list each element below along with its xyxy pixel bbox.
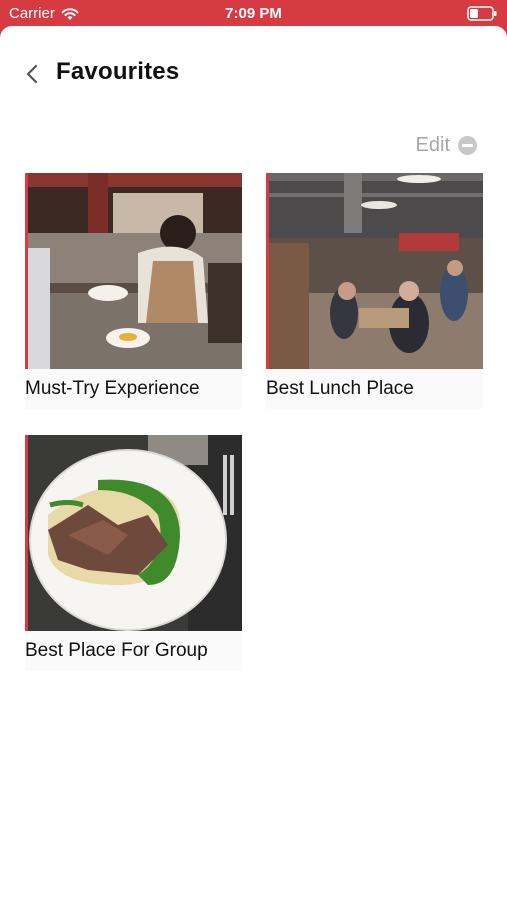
favourites-screen: Favourites Edit Must-Try Experience Best… xyxy=(0,26,507,900)
status-time: 7:09 PM xyxy=(225,5,282,22)
minus-circle-icon xyxy=(458,136,477,155)
status-bar: Carrier 7:09 PM xyxy=(0,0,507,28)
edit-button[interactable]: Edit xyxy=(416,134,477,157)
favourite-image-dish xyxy=(25,435,242,631)
favourite-image-restaurant xyxy=(266,173,483,369)
plated-dish-image xyxy=(28,435,242,631)
restaurant-crowd-image xyxy=(269,173,483,369)
chef-plating-image xyxy=(28,173,242,369)
favourite-image-kitchen xyxy=(25,173,242,369)
back-button[interactable] xyxy=(18,60,46,88)
edit-label: Edit xyxy=(415,134,450,156)
page-title: Favourites xyxy=(56,58,180,85)
battery-icon xyxy=(467,6,497,21)
favourite-title: Best Place For Group xyxy=(25,631,242,671)
favourite-card[interactable]: Best Lunch Place xyxy=(266,173,483,409)
favourite-card[interactable]: Must-Try Experience xyxy=(25,173,242,409)
favourite-title: Best Lunch Place xyxy=(266,369,483,409)
favourite-title: Must-Try Experience xyxy=(25,369,242,409)
chevron-left-icon xyxy=(26,64,38,84)
favourite-card[interactable]: Best Place For Group xyxy=(25,435,242,671)
